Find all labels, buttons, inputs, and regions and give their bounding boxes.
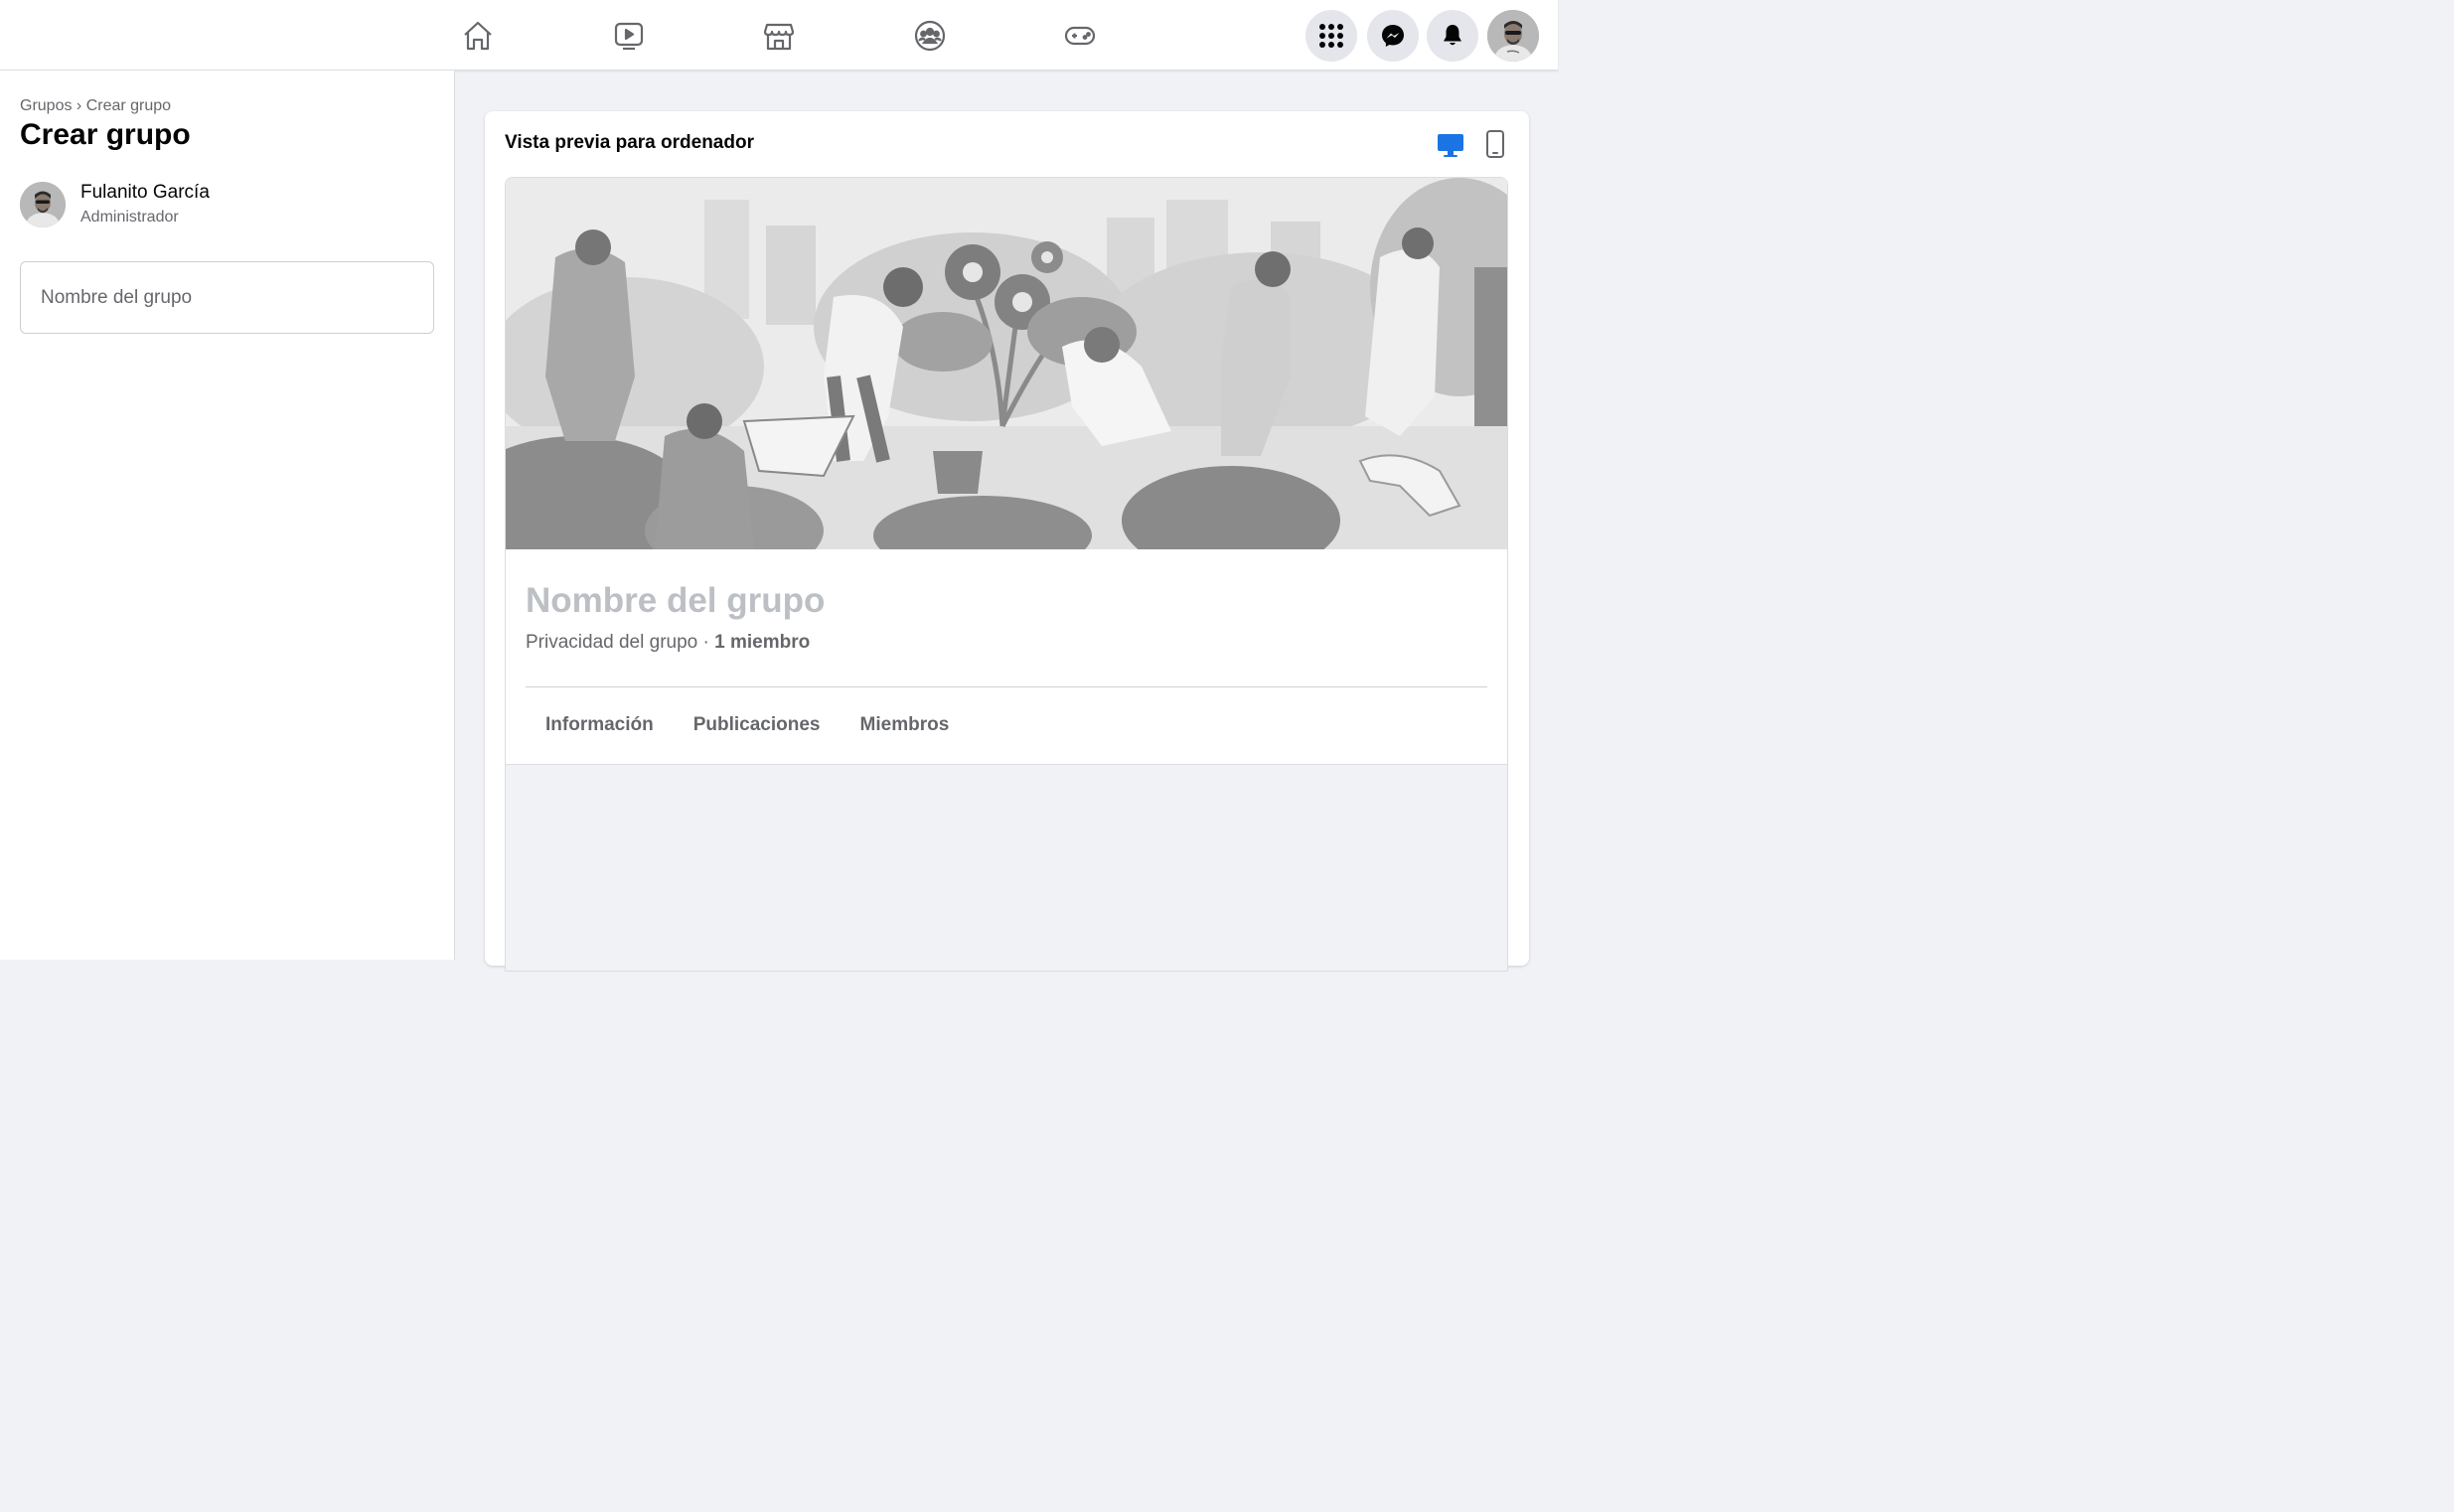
preview-group-meta: Privacidad del grupo · 1 miembro xyxy=(526,632,810,654)
member-count: 1 miembro xyxy=(714,632,811,653)
admin-info: Fulanito García Administrador xyxy=(20,181,210,228)
avatar xyxy=(20,182,66,227)
admin-name: Fulanito García xyxy=(80,182,210,203)
desktop-icon[interactable] xyxy=(1437,131,1464,159)
watch-icon[interactable] xyxy=(605,12,653,60)
marketplace-icon[interactable] xyxy=(755,12,803,60)
gaming-icon[interactable] xyxy=(1056,12,1104,60)
group-name-input[interactable]: Nombre del grupo xyxy=(20,261,434,334)
tab-information[interactable]: Información xyxy=(526,714,674,736)
tab-members[interactable]: Miembros xyxy=(841,714,970,736)
preview-group-name: Nombre del grupo xyxy=(526,581,826,620)
desktop-preview-card: Vista previa para ordenador Nombre del g… xyxy=(485,111,1529,972)
group-name-placeholder: Nombre del grupo xyxy=(41,286,193,308)
top-navigation-bar xyxy=(0,0,1558,71)
menu-grid-icon[interactable] xyxy=(1305,10,1357,62)
meta-separator: · xyxy=(697,632,715,653)
page-title: Crear grupo xyxy=(20,118,191,151)
breadcrumb-separator: › xyxy=(76,97,82,114)
breadcrumb-groups-link[interactable]: Grupos xyxy=(20,97,72,114)
cover-illustration xyxy=(506,178,1507,575)
preview-title: Vista previa para ordenador xyxy=(505,132,754,153)
privacy-label: Privacidad del grupo xyxy=(526,632,698,653)
admin-role: Administrador xyxy=(80,209,179,226)
home-icon[interactable] xyxy=(454,12,502,60)
preview-content-area xyxy=(506,764,1507,971)
create-group-sidebar: Grupos › Crear grupo Crear grupo Fulanit… xyxy=(0,71,455,960)
messenger-icon[interactable] xyxy=(1367,10,1419,62)
divider xyxy=(526,686,1487,687)
tab-posts[interactable]: Publicaciones xyxy=(674,714,841,736)
breadcrumb: Grupos › Crear grupo xyxy=(20,97,171,115)
preview-tabs: Información Publicaciones Miembros xyxy=(526,714,969,736)
mobile-icon[interactable] xyxy=(1484,129,1506,159)
group-preview: Nombre del grupo Privacidad del grupo · … xyxy=(505,177,1508,972)
profile-avatar[interactable] xyxy=(1487,10,1539,62)
notifications-bell-icon[interactable] xyxy=(1427,10,1478,62)
breadcrumb-current: Crear grupo xyxy=(85,97,172,114)
groups-icon[interactable] xyxy=(906,12,954,60)
